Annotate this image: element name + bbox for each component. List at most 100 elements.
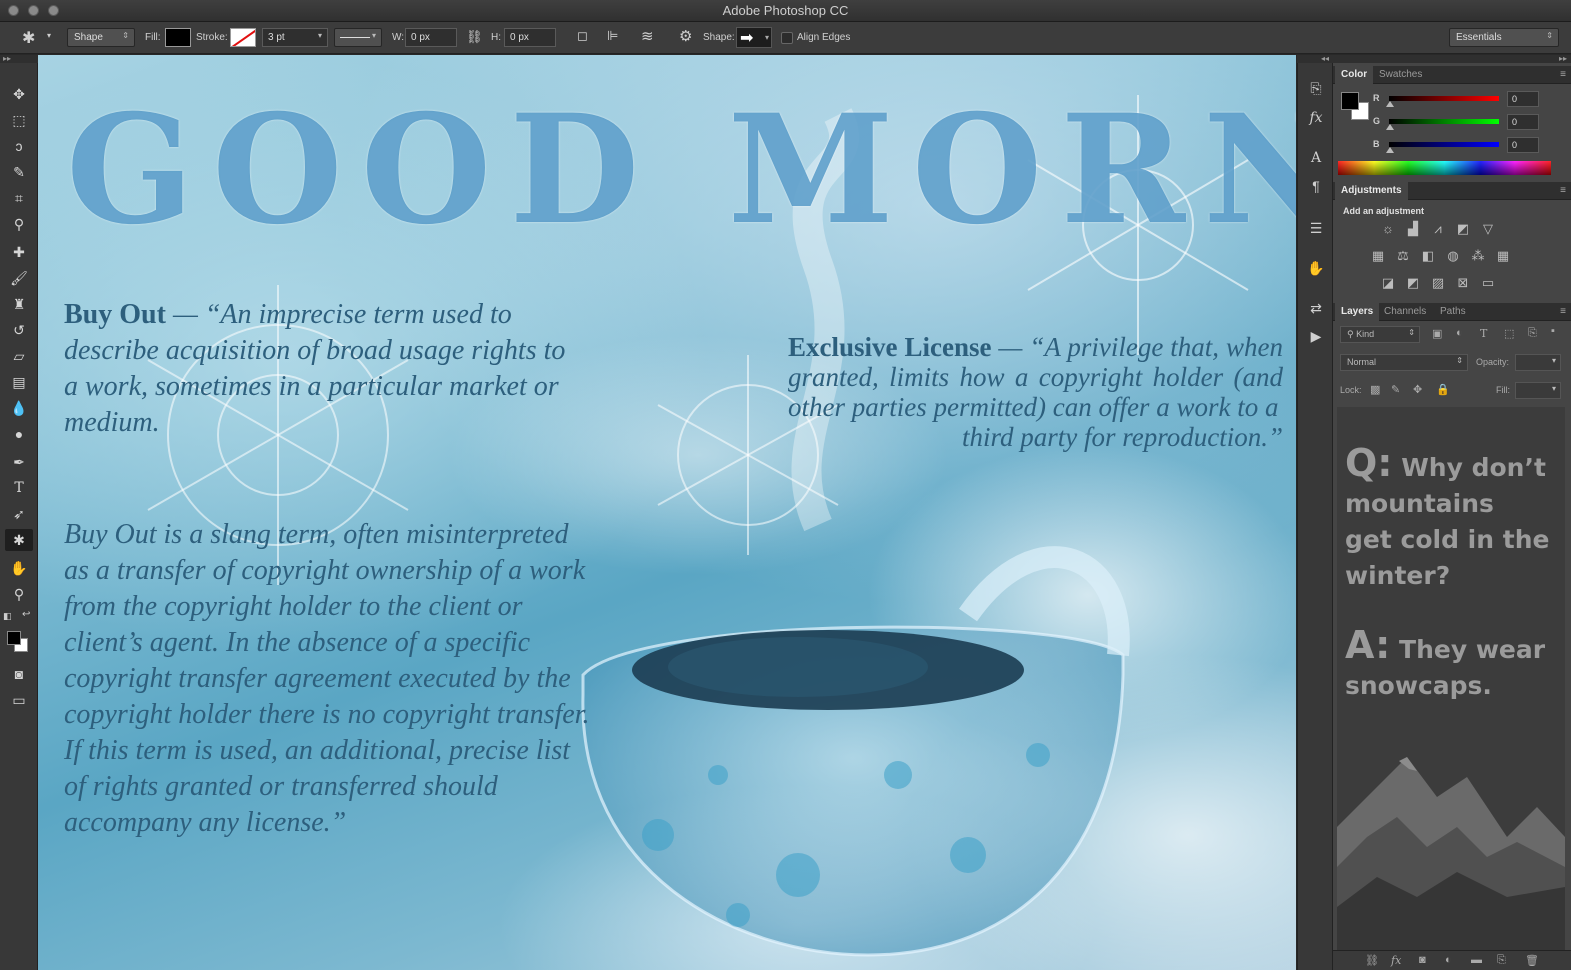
document-canvas[interactable]: GOOD MORNING! Buy Out — “An imprecise te…	[38, 55, 1296, 970]
layer-filter-dropdown[interactable]: ⚲ Kind ⇕	[1340, 326, 1420, 343]
filter-type-icon[interactable]: T	[1480, 327, 1487, 340]
swap-colors-icon[interactable]: ↩	[22, 609, 30, 620]
toolbar-collapse-strip[interactable]: ▸▸	[0, 55, 38, 63]
blue-slider-thumb[interactable]	[1386, 147, 1394, 153]
gear-icon[interactable]: ⚙	[679, 27, 692, 45]
path-operations-icon[interactable]: ◻	[577, 28, 588, 44]
eraser-tool-icon[interactable]: ▱	[5, 345, 33, 367]
crop-tool-icon[interactable]: ⌗	[5, 187, 33, 209]
link-layers-icon[interactable]: ⛓	[1365, 954, 1379, 967]
tool-mode-dropdown[interactable]: Shape ⇕	[67, 28, 135, 47]
photo-filter-icon[interactable]: ◍	[1443, 247, 1463, 265]
styles-panel-icon[interactable]: fx	[1304, 107, 1328, 129]
brush-tool-icon[interactable]: 🖌	[5, 267, 33, 289]
blue-slider-bar[interactable]	[1389, 142, 1499, 147]
tab-layers[interactable]: Layers	[1335, 303, 1380, 321]
default-colors-icon[interactable]: ◧	[3, 611, 12, 622]
custom-shape-tool-preset-icon[interactable]: ✱	[22, 28, 35, 48]
new-layer-icon[interactable]: ⎘	[1497, 954, 1506, 967]
history-brush-tool-icon[interactable]: ↺	[5, 319, 33, 341]
history-panel-icon[interactable]: ⎘	[1304, 77, 1328, 99]
stroke-type-dropdown[interactable]: ▾	[334, 28, 382, 47]
fill-field[interactable]: ▾	[1515, 382, 1561, 399]
selective-color-icon[interactable]: ⊠	[1453, 274, 1473, 292]
zoom-tool-icon[interactable]: ⚲	[5, 583, 33, 605]
red-slider-bar[interactable]	[1389, 96, 1499, 101]
lock-all-icon[interactable]: 🔒	[1436, 383, 1450, 396]
quick-selection-tool-icon[interactable]: ✎	[5, 161, 33, 183]
custom-shape-tool-icon[interactable]: ✱	[5, 529, 33, 551]
lasso-tool-icon[interactable]: ↄ	[5, 135, 33, 157]
green-slider-thumb[interactable]	[1386, 124, 1394, 130]
lock-position-icon[interactable]: ✥	[1413, 383, 1422, 396]
panels-collapse-strip[interactable]: ▸▸	[1333, 55, 1571, 63]
add-mask-icon[interactable]: ◙	[1419, 954, 1426, 966]
curves-icon[interactable]: ⩘	[1428, 220, 1448, 238]
properties-panel-icon[interactable]: ☰	[1304, 217, 1328, 239]
align-edges-checkbox[interactable]	[781, 32, 793, 44]
tool-presets-icon[interactable]: ✋	[1304, 257, 1328, 279]
invert-icon[interactable]: ◪	[1378, 274, 1398, 292]
screen-mode-icon[interactable]: ▭	[5, 689, 33, 711]
red-value[interactable]: 0	[1507, 91, 1539, 107]
threshold-icon[interactable]: ▨	[1428, 274, 1448, 292]
filter-adjustment-icon[interactable]: ◐	[1456, 327, 1463, 339]
color-balance-icon[interactable]: ⚖	[1393, 247, 1413, 265]
path-selection-tool-icon[interactable]: ➶	[5, 503, 33, 525]
lock-image-icon[interactable]: ✎	[1391, 383, 1400, 396]
color-spectrum-bar[interactable]	[1338, 161, 1551, 175]
posterize-icon[interactable]: ◩	[1403, 274, 1423, 292]
path-alignment-icon[interactable]: ⊫	[607, 28, 618, 44]
gradient-map-icon[interactable]: ▭	[1478, 274, 1498, 292]
filter-smart-object-icon[interactable]: ⎘	[1528, 327, 1537, 340]
path-arrangement-icon[interactable]: ≋	[641, 27, 654, 45]
tab-color[interactable]: Color	[1335, 66, 1374, 84]
foreground-color-swatch[interactable]	[7, 631, 21, 645]
filter-pixel-icon[interactable]: ▣	[1432, 327, 1442, 340]
green-slider[interactable]: G 0	[1373, 114, 1539, 134]
delete-layer-icon[interactable]: 🗑	[1525, 954, 1539, 967]
red-slider-thumb[interactable]	[1386, 101, 1394, 107]
clone-stamp-tool-icon[interactable]: ♜	[5, 293, 33, 315]
pen-tool-icon[interactable]: ✒	[5, 451, 33, 473]
green-slider-bar[interactable]	[1389, 119, 1499, 124]
fill-swatch[interactable]	[165, 28, 191, 47]
healing-brush-tool-icon[interactable]: ✚	[5, 241, 33, 263]
actions-panel-icon[interactable]: ▶	[1304, 325, 1328, 347]
eyedropper-tool-icon[interactable]: ⚲	[5, 213, 33, 235]
panel-menu-icon[interactable]: ≡	[1560, 185, 1566, 196]
color-lookup-icon[interactable]: ▦	[1493, 247, 1513, 265]
panel-menu-icon[interactable]: ≡	[1560, 306, 1566, 317]
black-white-icon[interactable]: ◧	[1418, 247, 1438, 265]
filter-toggle-icon[interactable]: ▪	[1551, 325, 1555, 337]
character-panel-icon[interactable]: A	[1304, 147, 1328, 169]
move-tool-icon[interactable]: ✥	[5, 83, 33, 105]
chevron-down-icon[interactable]: ▾	[47, 31, 51, 40]
vibrance-icon[interactable]: ▽	[1478, 220, 1498, 238]
shape-picker[interactable]: ➡ ▾	[736, 27, 772, 48]
height-field[interactable]: 0 px	[504, 28, 556, 47]
filter-shape-icon[interactable]: ⬚	[1504, 327, 1514, 340]
marquee-tool-icon[interactable]: ⬚	[5, 109, 33, 131]
green-value[interactable]: 0	[1507, 114, 1539, 130]
gradient-tool-icon[interactable]: ▤	[5, 371, 33, 393]
layer-style-icon[interactable]: fx	[1391, 954, 1401, 967]
exposure-icon[interactable]: ◩	[1453, 220, 1473, 238]
width-field[interactable]: 0 px	[405, 28, 457, 47]
hue-saturation-icon[interactable]: ▦	[1368, 247, 1388, 265]
opacity-field[interactable]: ▾	[1515, 354, 1561, 371]
dock-collapse-strip[interactable]: ◂◂	[1297, 55, 1333, 63]
paragraph-panel-icon[interactable]: ¶	[1304, 175, 1328, 197]
tab-paths[interactable]: Paths	[1434, 303, 1472, 321]
new-adjustment-layer-icon[interactable]: ◐	[1445, 954, 1452, 966]
blend-mode-dropdown[interactable]: Normal ⇕	[1340, 354, 1468, 371]
channel-mixer-icon[interactable]: ⁂	[1468, 247, 1488, 265]
tab-channels[interactable]: Channels	[1378, 303, 1432, 321]
link-icon[interactable]: ⛓	[466, 29, 483, 45]
red-slider[interactable]: R 0	[1373, 91, 1539, 111]
blur-tool-icon[interactable]: 💧	[5, 397, 33, 419]
panel-menu-icon[interactable]: ≡	[1560, 69, 1566, 80]
new-group-icon[interactable]: ▬	[1471, 954, 1482, 966]
workspace-dropdown[interactable]: Essentials ⇕	[1449, 28, 1559, 47]
foreground-color-swatch[interactable]	[1341, 92, 1359, 110]
